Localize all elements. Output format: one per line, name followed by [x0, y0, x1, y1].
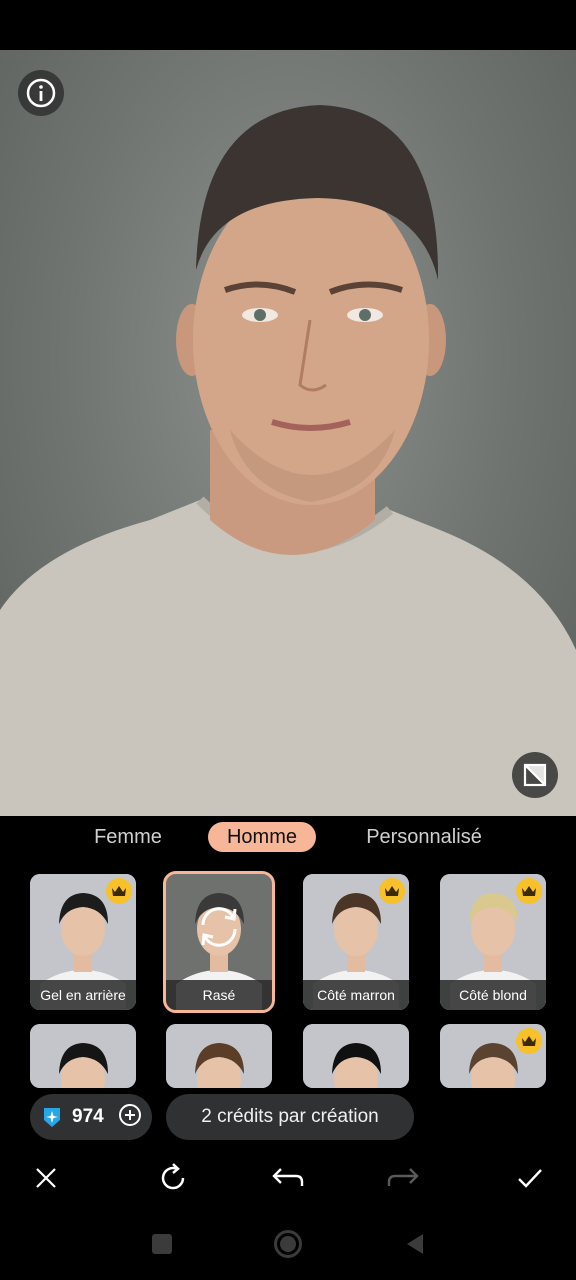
compare-button[interactable]	[512, 752, 558, 798]
style-card[interactable]	[166, 1024, 272, 1088]
check-icon	[518, 1169, 542, 1188]
style-card[interactable]	[440, 1024, 546, 1088]
tab-femme[interactable]: Femme	[86, 822, 170, 852]
style-thumbnail	[30, 1024, 136, 1088]
style-card[interactable]: Côté blond	[440, 874, 546, 1010]
back-button[interactable]	[392, 1222, 436, 1266]
style-thumbnail	[166, 1024, 272, 1088]
confirm-button[interactable]	[508, 1156, 552, 1200]
crown-icon	[516, 878, 542, 904]
style-card[interactable]	[30, 1024, 136, 1088]
refresh-button[interactable]	[151, 1156, 195, 1200]
refresh-icon	[161, 1163, 185, 1190]
undo-button[interactable]	[266, 1156, 310, 1200]
tab-homme[interactable]: Homme	[208, 822, 316, 852]
undo-icon	[272, 1168, 304, 1186]
credits-count: 974	[72, 1106, 104, 1127]
photo-preview	[0, 50, 576, 816]
crown-icon	[106, 878, 132, 904]
info-icon	[26, 78, 56, 108]
close-icon	[36, 1168, 56, 1188]
crown-icon	[516, 1028, 542, 1054]
credits-pill[interactable]: 974	[30, 1094, 152, 1140]
home-button[interactable]	[266, 1222, 310, 1266]
add-credits-button[interactable]	[118, 1103, 142, 1132]
gem-icon	[44, 1108, 60, 1127]
crown-icon	[379, 878, 405, 904]
style-label: Rasé	[166, 980, 272, 1010]
redo-button[interactable]	[381, 1156, 425, 1200]
redo-icon	[387, 1168, 419, 1186]
circle-icon	[274, 1230, 302, 1258]
portrait-image	[0, 105, 576, 816]
style-label: Côté blond	[440, 980, 546, 1010]
close-button[interactable]	[24, 1156, 68, 1200]
tab-personnalise[interactable]: Personnalisé	[356, 822, 492, 852]
plus-circle-icon	[118, 1103, 141, 1126]
style-card[interactable]: Gel en arrière	[30, 874, 136, 1010]
info-button[interactable]	[18, 70, 64, 116]
style-card[interactable]: Côté marron	[303, 874, 409, 1010]
triangle-back-icon	[407, 1234, 423, 1254]
square-icon	[152, 1234, 172, 1254]
processing-overlay	[166, 874, 272, 980]
style-thumbnail	[303, 1024, 409, 1088]
style-label: Côté marron	[303, 980, 409, 1010]
style-label: Gel en arrière	[30, 980, 136, 1010]
credits-tooltip: 2 crédits par création	[166, 1094, 414, 1140]
style-card[interactable]	[303, 1024, 409, 1088]
recent-apps-button[interactable]	[140, 1222, 184, 1266]
category-tabs: Femme Homme Personnalisé	[0, 816, 576, 860]
compare-icon	[523, 763, 547, 787]
style-card[interactable]: Rasé	[163, 871, 275, 1013]
sync-icon	[201, 907, 237, 947]
